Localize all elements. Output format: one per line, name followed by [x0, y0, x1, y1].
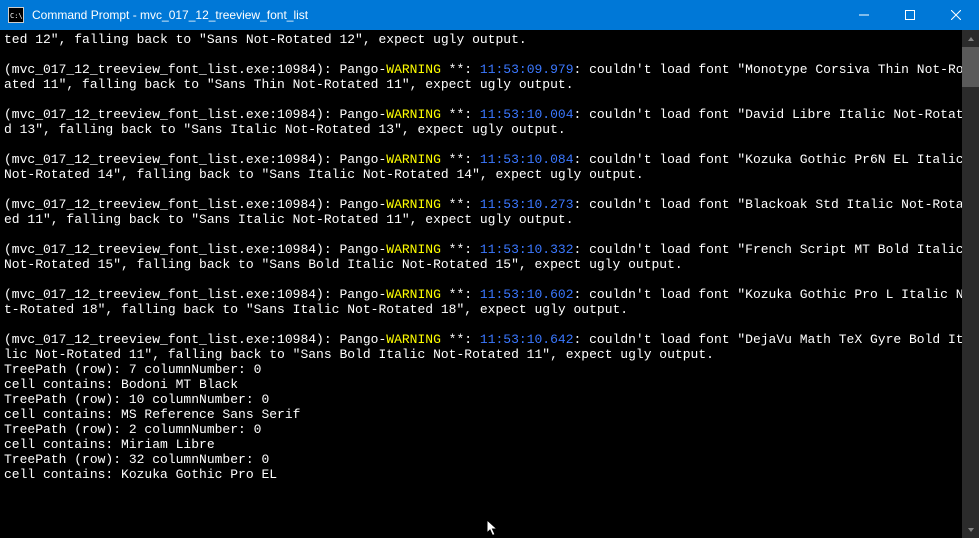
scroll-thumb[interactable] [962, 47, 979, 87]
terminal-area[interactable]: ted 12", falling back to "Sans Not-Rotat… [0, 30, 979, 538]
close-button[interactable] [933, 0, 979, 30]
minimize-button[interactable] [841, 0, 887, 30]
scrollbar-vertical[interactable] [962, 30, 979, 538]
window-titlebar: Command Prompt - mvc_017_12_treeview_fon… [0, 0, 979, 30]
window-title: Command Prompt - mvc_017_12_treeview_fon… [30, 8, 841, 23]
scroll-up-button[interactable] [962, 30, 979, 47]
window-controls [841, 0, 979, 30]
cmd-icon [8, 7, 24, 23]
maximize-button[interactable] [887, 0, 933, 30]
scroll-down-button[interactable] [962, 521, 979, 538]
terminal-output: ted 12", falling back to "Sans Not-Rotat… [4, 32, 975, 482]
